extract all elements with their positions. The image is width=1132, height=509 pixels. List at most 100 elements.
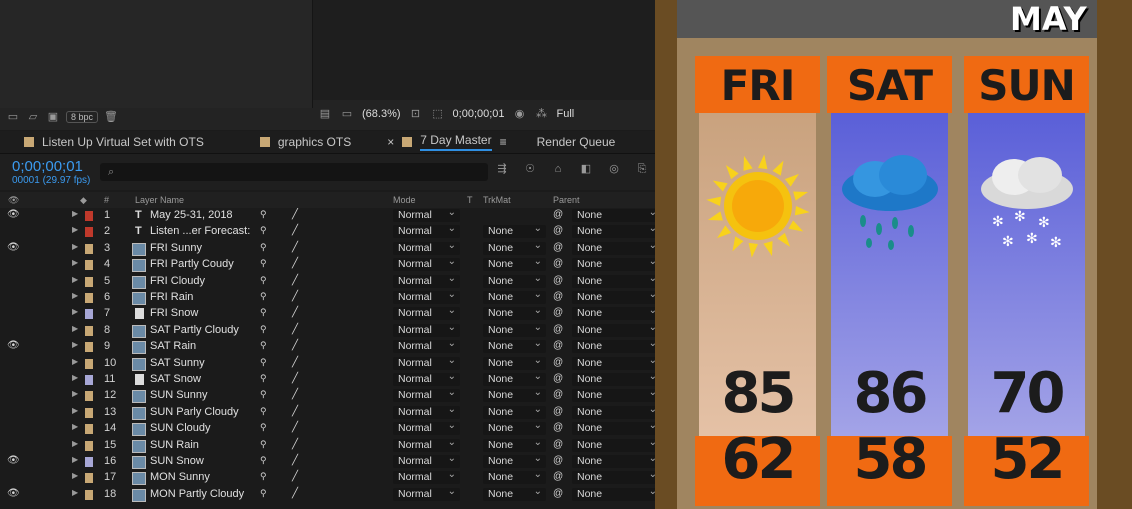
expand-triangle-icon[interactable]: ▶ xyxy=(72,209,78,218)
color-channels-icon[interactable]: ⁂ xyxy=(535,108,549,120)
label-color-swatch[interactable] xyxy=(85,473,93,484)
expand-triangle-icon[interactable]: ▶ xyxy=(72,225,78,234)
project-panel[interactable] xyxy=(0,0,313,108)
label-color-swatch[interactable] xyxy=(85,457,93,467)
shy-icon[interactable]: ⚲ xyxy=(260,291,267,302)
expand-triangle-icon[interactable]: ▶ xyxy=(72,258,78,267)
parent-select[interactable]: None xyxy=(572,436,661,452)
zoom-level[interactable]: (68.3%) xyxy=(362,108,401,120)
timeline-flowchart-icon[interactable]: ⎘ xyxy=(635,163,649,175)
pick-whip-icon[interactable]: @ xyxy=(553,209,563,220)
pick-whip-icon[interactable]: @ xyxy=(553,291,563,302)
trkmat-select[interactable]: None xyxy=(483,304,546,321)
mode-select[interactable]: Normal xyxy=(393,222,460,239)
parent-select[interactable]: None xyxy=(572,337,661,354)
pick-whip-icon[interactable]: @ xyxy=(553,389,563,400)
eye-toggle[interactable] xyxy=(7,291,17,301)
frame-blending-icon[interactable]: ⌂ xyxy=(551,163,565,175)
pick-whip-icon[interactable]: @ xyxy=(553,324,563,335)
pick-whip-icon[interactable]: @ xyxy=(553,307,563,318)
quality-icon[interactable]: ╱ xyxy=(292,439,298,450)
eye-toggle[interactable] xyxy=(7,422,17,432)
layer-name[interactable]: SUN Snow xyxy=(150,455,204,467)
quality-icon[interactable]: ╱ xyxy=(292,258,298,269)
layer-row[interactable]: ▶ 5 FRI Cloudy ⚲ ╱ Normal None @ None xyxy=(0,272,680,290)
label-color-swatch[interactable] xyxy=(85,358,93,369)
mode-select[interactable]: Normal xyxy=(393,337,460,354)
composition-viewer-area[interactable] xyxy=(313,0,655,100)
eye-icon[interactable]: 👁 xyxy=(7,242,20,253)
mode-select[interactable]: Normal xyxy=(393,354,460,370)
layer-row[interactable]: ▶ 13 SUN Parly Cloudy ⚲ ╱ Normal None @ None xyxy=(0,403,680,421)
label-color-swatch[interactable] xyxy=(85,391,93,402)
shy-icon[interactable]: ⚲ xyxy=(260,307,267,318)
label-color-swatch[interactable] xyxy=(85,243,93,254)
mode-select[interactable]: Normal xyxy=(393,485,460,501)
shy-icon[interactable]: ⚲ xyxy=(260,389,267,400)
mode-select[interactable]: Normal xyxy=(393,272,460,288)
label-color-swatch[interactable] xyxy=(85,227,93,238)
expand-triangle-icon[interactable]: ▶ xyxy=(72,307,78,316)
comp-current-time[interactable]: 0;00;00;01 xyxy=(453,108,505,120)
expand-triangle-icon[interactable]: ▶ xyxy=(72,275,78,284)
eye-icon[interactable]: 👁 xyxy=(7,209,20,220)
layer-name[interactable]: FRI Cloudy xyxy=(150,275,205,287)
label-color-swatch[interactable] xyxy=(85,489,93,500)
motion-blur-icon[interactable]: ◧ xyxy=(579,163,593,175)
layer-row[interactable]: ▶ 7 FRI Snow ⚲ ╱ Normal None @ None xyxy=(0,304,680,322)
eye-toggle[interactable] xyxy=(7,373,17,383)
quality-icon[interactable]: ╱ xyxy=(292,291,298,302)
expand-triangle-icon[interactable]: ▶ xyxy=(72,373,78,382)
label-color-swatch[interactable] xyxy=(85,309,93,320)
trkmat-select[interactable]: None xyxy=(483,436,546,452)
eye-toggle[interactable] xyxy=(7,357,17,367)
layer-name[interactable]: SAT Partly Cloudy xyxy=(150,324,239,336)
parent-select[interactable]: None xyxy=(572,288,661,304)
monitor-icon[interactable]: ▭ xyxy=(340,108,354,120)
expand-triangle-icon[interactable]: ▶ xyxy=(72,389,78,398)
trkmat-select[interactable]: None xyxy=(483,419,546,436)
shy-icon[interactable]: ⚲ xyxy=(260,275,267,286)
shy-icon[interactable]: ⚲ xyxy=(260,209,267,220)
trkmat-select[interactable]: None xyxy=(483,222,546,239)
pick-whip-icon[interactable]: @ xyxy=(553,357,563,368)
pick-whip-icon[interactable]: @ xyxy=(553,258,563,269)
eye-toggle[interactable] xyxy=(7,389,17,399)
layer-row[interactable]: ▶ 17 MON Sunny ⚲ ╱ Normal None @ None xyxy=(0,468,680,486)
label-color-swatch[interactable] xyxy=(85,211,93,221)
expand-triangle-icon[interactable]: ▶ xyxy=(72,455,78,464)
mode-select[interactable]: Normal xyxy=(393,468,460,485)
label-color-swatch[interactable] xyxy=(85,276,93,287)
eye-icon[interactable]: 👁 xyxy=(7,340,20,351)
quality-icon[interactable]: ╱ xyxy=(292,209,298,220)
shy-icon[interactable]: ⚲ xyxy=(260,357,267,368)
parent-select[interactable]: None xyxy=(572,304,661,321)
mode-select[interactable]: Normal xyxy=(393,304,460,321)
shy-icon[interactable]: ⚲ xyxy=(260,242,267,253)
pick-whip-icon[interactable]: @ xyxy=(553,488,563,499)
shy-icon[interactable]: ⚲ xyxy=(260,340,267,351)
label-color-swatch[interactable] xyxy=(85,424,93,435)
trkmat-select[interactable]: None xyxy=(483,370,546,386)
eye-toggle[interactable] xyxy=(7,406,17,416)
layer-name[interactable]: SAT Rain xyxy=(150,340,196,352)
graph-editor-icon[interactable]: ◎ xyxy=(607,163,621,175)
parent-select[interactable]: None xyxy=(572,222,661,239)
expand-triangle-icon[interactable]: ▶ xyxy=(72,406,78,415)
expand-triangle-icon[interactable]: ▶ xyxy=(72,242,78,251)
expand-triangle-icon[interactable]: ▶ xyxy=(72,422,78,431)
layer-name[interactable]: FRI Sunny xyxy=(150,242,202,254)
eye-toggle[interactable] xyxy=(7,324,17,334)
expand-triangle-icon[interactable]: ▶ xyxy=(72,324,78,333)
mode-select[interactable]: Normal xyxy=(393,403,460,419)
trkmat-select[interactable]: None xyxy=(483,272,546,288)
shy-icon[interactable]: ⚲ xyxy=(260,324,267,335)
shy-icon[interactable]: ⚲ xyxy=(260,488,267,499)
layer-row[interactable]: 👁 ▶ 18 MON Partly Cloudy ⚲ ╱ Normal None @ None xyxy=(0,485,680,503)
always-preview-icon[interactable]: ▤ xyxy=(318,108,332,120)
pick-whip-icon[interactable]: @ xyxy=(553,455,563,466)
expand-triangle-icon[interactable]: ▶ xyxy=(72,471,78,480)
layer-row[interactable]: ▶ 10 SAT Sunny ⚲ ╱ Normal None @ None xyxy=(0,354,680,372)
pick-whip-icon[interactable]: @ xyxy=(553,422,563,433)
tab-7-day-master[interactable]: × 7 Day Master ≡ xyxy=(387,133,507,151)
